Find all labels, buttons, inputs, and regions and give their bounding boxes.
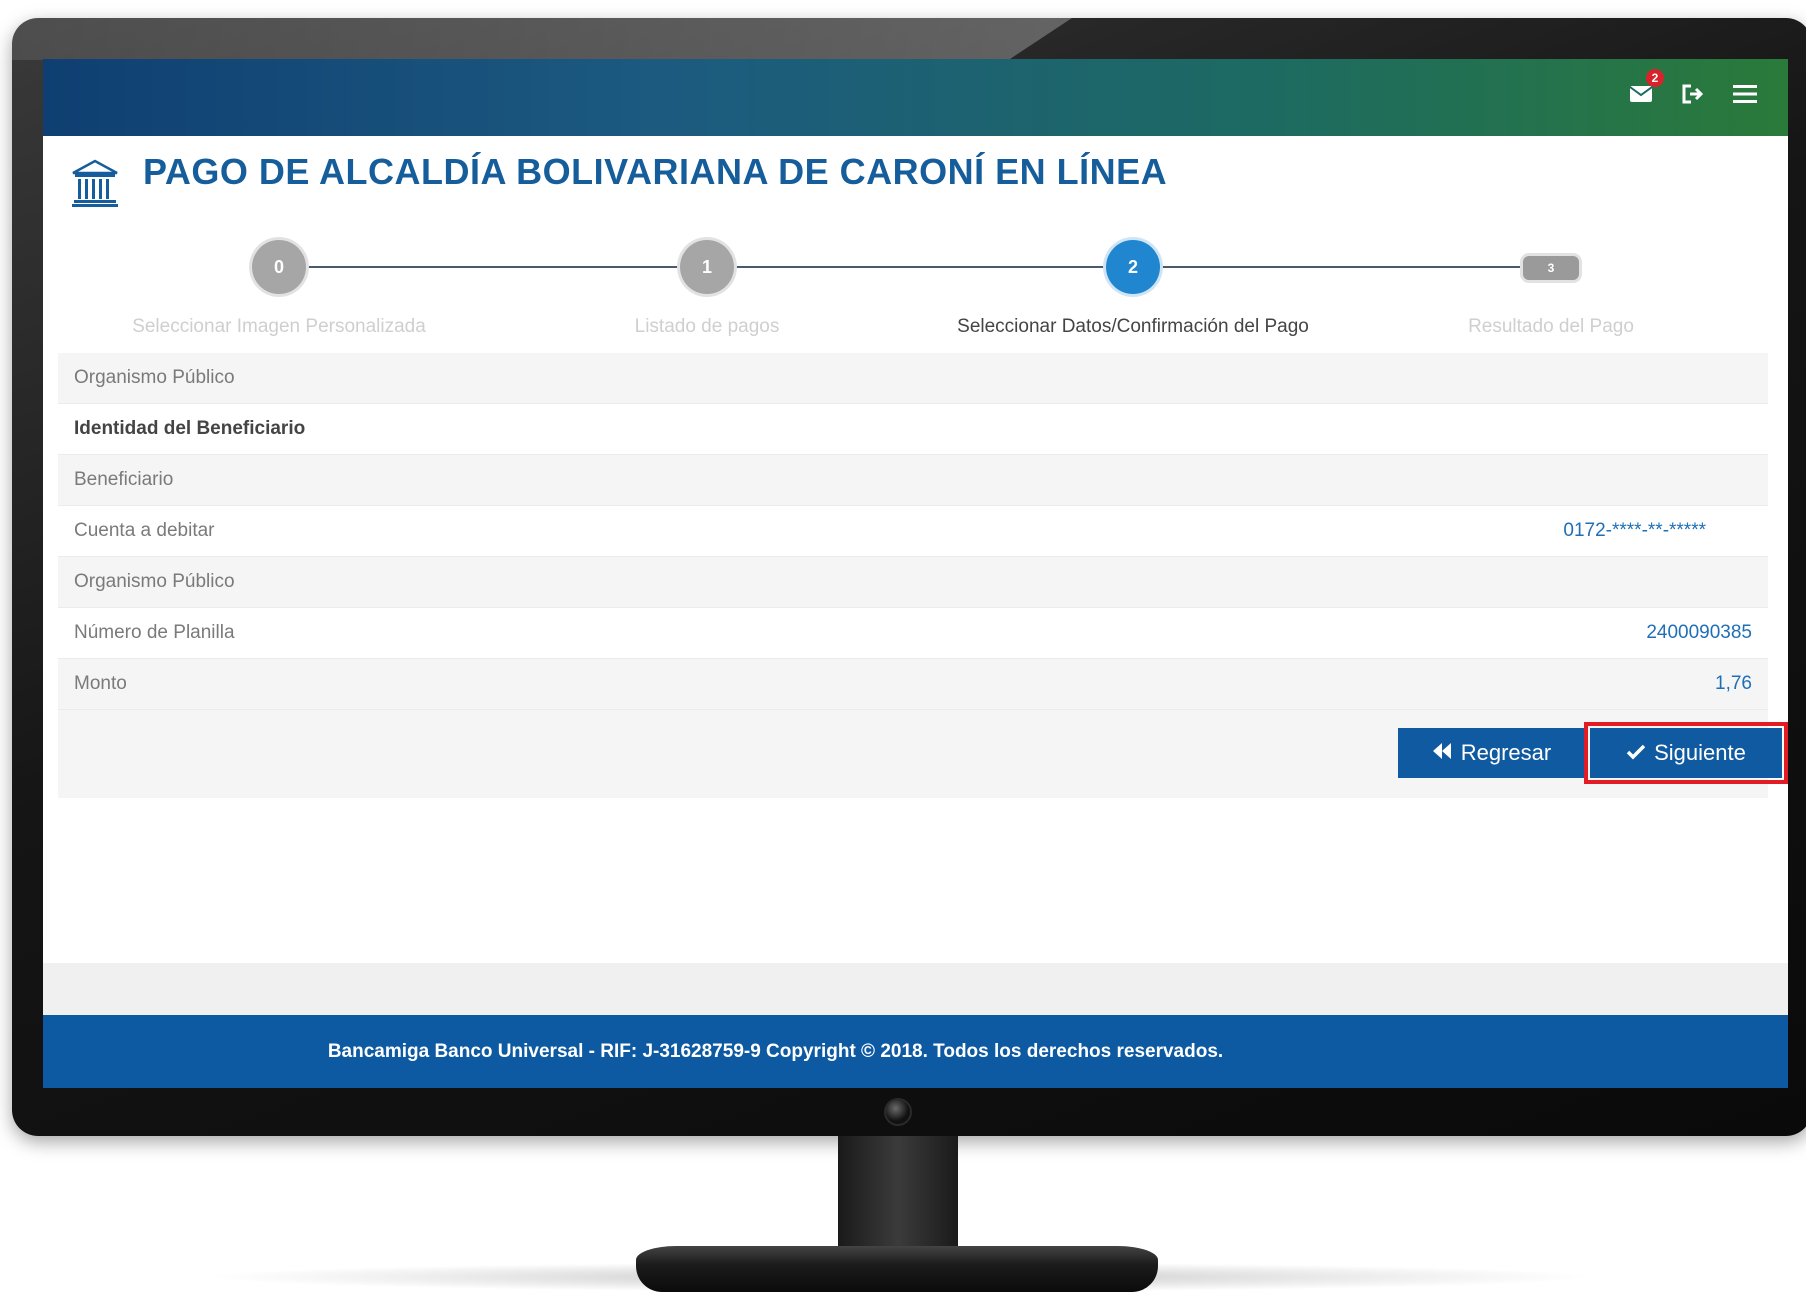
- row-label: Monto: [74, 673, 127, 694]
- row-label: Organismo Público: [74, 367, 235, 388]
- envelope-icon[interactable]: 2: [1628, 69, 1664, 107]
- row-label: Cuenta a debitar: [74, 520, 215, 541]
- back-button[interactable]: Regresar: [1398, 728, 1584, 778]
- row-label: Número de Planilla: [74, 622, 235, 643]
- step-3-label: Resultado del Pago: [1468, 316, 1634, 337]
- row-value: 1,76: [1715, 673, 1752, 694]
- top-icons: 2: [1628, 69, 1758, 107]
- monitor-stand-neck: [838, 1136, 958, 1256]
- table-row: Monto 1,76: [58, 659, 1768, 710]
- step-3-circle: 3: [1523, 256, 1579, 280]
- table-row: Número de Planilla 2400090385: [58, 608, 1768, 659]
- footer: Bancamiga Banco Universal - RIF: J-31628…: [43, 1015, 1788, 1088]
- step-1-label: Listado de pagos: [634, 316, 780, 337]
- footer-text: Bancamiga Banco Universal - RIF: J-31628…: [327, 1040, 1224, 1062]
- next-button-label: Siguiente: [1654, 740, 1746, 765]
- table-row: Organismo Público: [58, 557, 1768, 608]
- row-value: 2400090385: [1646, 622, 1752, 643]
- step-0-label: Seleccionar Imagen Personalizada: [132, 316, 426, 337]
- payment-details-table: Organismo Público Identidad del Benefici…: [58, 353, 1788, 798]
- notification-badge: 2: [1646, 69, 1664, 87]
- step-2-circle: 2: [1106, 240, 1160, 294]
- table-row: Organismo Público: [58, 353, 1768, 404]
- actions-bar: Regresar Siguiente: [58, 710, 1788, 798]
- menu-icon[interactable]: [1732, 81, 1758, 107]
- next-button[interactable]: Siguiente: [1584, 722, 1788, 784]
- double-chevron-left-icon: [1431, 740, 1453, 766]
- back-button-label: Regresar: [1460, 740, 1552, 765]
- table-row: Identidad del Beneficiario: [58, 404, 1768, 455]
- screen: 2 PAGO DE ALCALDÍA BOLIVARIANA DE CARONÍ…: [43, 59, 1788, 1088]
- table-row: Beneficiario: [58, 455, 1768, 506]
- logout-icon[interactable]: [1680, 81, 1706, 107]
- monitor-stand-base: [636, 1246, 1158, 1292]
- bank-icon: [69, 157, 121, 209]
- check-icon: [1626, 740, 1646, 766]
- progress-stepper: 0 Seleccionar Imagen Personalizada 1 Lis…: [43, 234, 1788, 344]
- gray-band: [43, 963, 1788, 1015]
- row-label: Beneficiario: [74, 469, 174, 490]
- webcam-icon: [884, 1098, 912, 1126]
- stepper-line: [279, 266, 1574, 268]
- page-title: PAGO DE ALCALDÍA BOLIVARIANA DE CARONÍ E…: [143, 151, 1168, 192]
- monitor-gloss: [12, 18, 1072, 60]
- row-label: Organismo Público: [74, 571, 235, 592]
- step-0-circle: 0: [252, 240, 306, 294]
- table-row: Cuenta a debitar 0172-****-**-*****: [58, 506, 1768, 557]
- row-value: 0172-****-**-*****: [1563, 520, 1706, 541]
- step-2-label: Seleccionar Datos/Confirmación del Pago: [957, 316, 1309, 337]
- row-label: Identidad del Beneficiario: [74, 418, 306, 439]
- top-bar: 2: [43, 59, 1788, 136]
- step-1-circle: 1: [680, 240, 734, 294]
